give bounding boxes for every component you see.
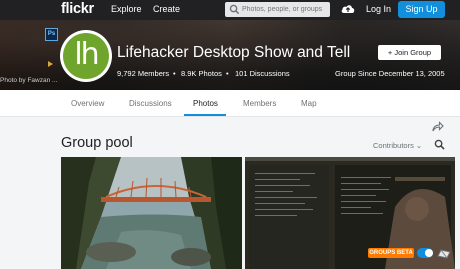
terminal-line	[255, 215, 297, 216]
tab-photos[interactable]: Photos	[193, 99, 218, 108]
nav-explore[interactable]: Explore	[111, 4, 142, 14]
active-tab-indicator	[184, 114, 226, 116]
terminal-line	[255, 185, 310, 186]
photo-credit[interactable]: Photo by Fawzan ...	[0, 77, 57, 84]
upload-cloud-icon[interactable]	[340, 2, 356, 16]
search-input[interactable]	[242, 2, 328, 17]
tab-members[interactable]: Members	[243, 99, 276, 108]
search-icon	[229, 4, 240, 15]
terminal-line	[255, 203, 305, 204]
beta-toggle[interactable]	[417, 248, 433, 258]
group-tabs: Overview Discussions Photos Members Map	[0, 90, 460, 117]
avatar-logo: lh	[63, 33, 109, 79]
group-avatar: lh	[60, 30, 112, 82]
group-since: Group Since December 13, 2005	[335, 69, 445, 78]
nav-create[interactable]: Create	[153, 4, 180, 14]
terminal-line	[341, 195, 376, 196]
discussions-count: 101 Discussions	[235, 69, 290, 78]
stat-dot: •	[173, 69, 176, 78]
photos-count: 8.9K Photos	[181, 69, 222, 78]
login-link[interactable]: Log In	[366, 4, 391, 14]
members-count: 9,792 Members	[117, 69, 170, 78]
terminal-line	[255, 173, 315, 174]
flickr-logo[interactable]: flickr	[61, 1, 94, 17]
terminal-line	[341, 201, 386, 202]
terminal-line	[341, 183, 381, 184]
stat-dot: •	[226, 69, 229, 78]
bridge-photo-image	[61, 157, 242, 269]
group-pool-title: Group pool	[61, 135, 133, 151]
search-box[interactable]	[225, 2, 330, 17]
top-nav: flickr Explore Create Log In Sign Up	[0, 0, 460, 20]
terminal-line	[255, 191, 293, 192]
terminal-line	[341, 177, 391, 178]
terminal-line	[255, 197, 317, 198]
tab-map[interactable]: Map	[301, 99, 317, 108]
search-pool-icon[interactable]	[434, 139, 445, 150]
join-group-button[interactable]: + Join Group	[378, 45, 441, 60]
contributors-dropdown[interactable]: Contributors ⌄	[373, 141, 422, 150]
share-icon[interactable]	[432, 121, 444, 132]
signup-button[interactable]: Sign Up	[398, 1, 445, 18]
group-title: Lifehacker Desktop Show and Tell	[117, 44, 351, 61]
groups-beta-badge: GROUPS BETA	[368, 248, 414, 258]
terminal-line	[341, 189, 389, 190]
tab-overview[interactable]: Overview	[71, 99, 104, 108]
beta-feedback-icon[interactable]	[437, 247, 451, 259]
beta-toggle-knob	[425, 249, 433, 257]
arrow-icon	[48, 61, 53, 67]
terminal-line	[255, 209, 313, 210]
photoshop-icon: Ps	[45, 28, 58, 41]
terminal-line	[255, 179, 300, 180]
terminal-line	[341, 213, 383, 214]
group-banner: Ps Photo by Fawzan ... lh Lifehacker Des…	[0, 20, 460, 90]
terminal-line	[341, 207, 371, 208]
tab-discussions[interactable]: Discussions	[129, 99, 172, 108]
pool-photo-bridge[interactable]	[61, 157, 242, 269]
